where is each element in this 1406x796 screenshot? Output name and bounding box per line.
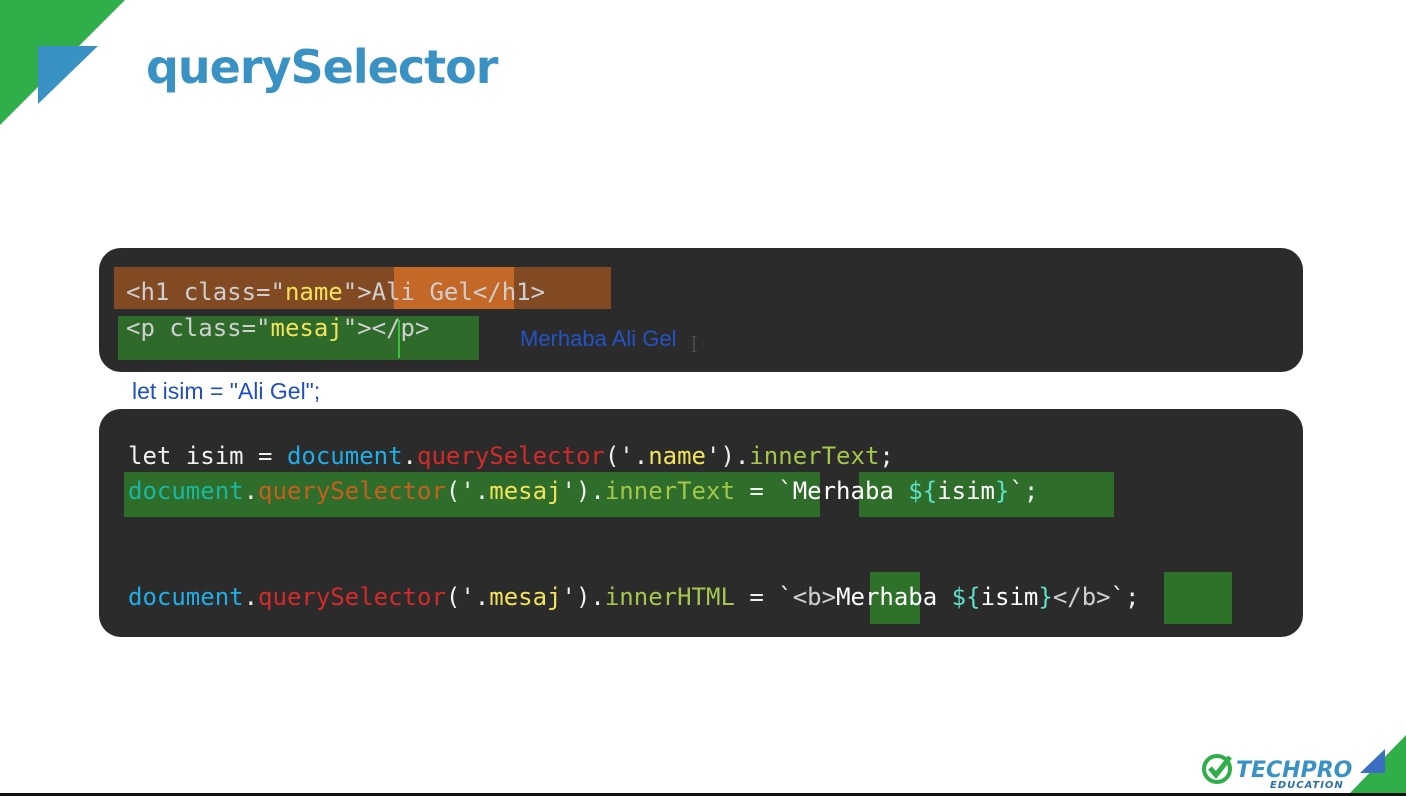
code-token: document xyxy=(286,442,403,470)
code-token: } xyxy=(1038,583,1053,611)
code-token: </h1> xyxy=(472,278,546,306)
code-token: innerHTML xyxy=(604,583,735,611)
text-cursor-icon xyxy=(691,336,697,352)
code-token: '). xyxy=(561,477,605,505)
code-token: name xyxy=(284,278,343,306)
text-caret xyxy=(398,320,400,358)
code-token: ('. xyxy=(445,583,490,611)
code-token: "> xyxy=(342,314,372,342)
code-token: . xyxy=(243,477,259,505)
js-code-line-1: let isim = document.querySelector('.name… xyxy=(128,440,894,472)
html-code-line-2: <p class="mesaj"></p> xyxy=(126,312,429,344)
code-token: `; xyxy=(1009,477,1039,505)
code-token: Merhaba xyxy=(792,477,909,505)
code-token: document xyxy=(128,583,244,611)
code-token: document xyxy=(128,477,244,505)
corner-decoration xyxy=(0,0,125,125)
js-code-line-3: document.querySelector('.mesaj').innerHT… xyxy=(128,581,1140,613)
annotation-text: let isim = "Ali Gel"; xyxy=(132,378,321,404)
code-token: ; xyxy=(879,442,894,470)
slide-title: querySelector xyxy=(146,40,498,94)
code-token: '). xyxy=(706,442,750,470)
code-token: let isim = xyxy=(128,442,287,470)
code-token: querySelector xyxy=(258,583,446,611)
output-preview-text: Merhaba Ali Gel xyxy=(520,326,677,351)
code-token: . xyxy=(243,583,259,611)
code-token: <b> xyxy=(792,583,837,611)
code-token: mesaj xyxy=(270,314,343,342)
code-token: </p> xyxy=(371,314,430,342)
code-token: <p class=" xyxy=(126,314,271,342)
code-token: '). xyxy=(561,583,605,611)
code-token: <h1 class=" xyxy=(126,278,285,306)
code-token: Ali Gel xyxy=(371,278,473,306)
code-token: querySelector xyxy=(258,477,446,505)
code-token: innerText xyxy=(749,442,880,470)
highlight-b-close xyxy=(1164,572,1232,624)
js-code-line-2: document.querySelector('.mesaj').innerTe… xyxy=(128,475,1038,507)
code-token: = ` xyxy=(734,477,793,505)
code-token: ${ xyxy=(908,477,938,505)
code-token: = ` xyxy=(734,583,793,611)
code-token: "> xyxy=(342,278,372,306)
code-token: mesaj xyxy=(489,583,562,611)
logo-sub-text: EDUCATION xyxy=(1270,780,1344,791)
code-token: } xyxy=(995,477,1010,505)
code-token: </b> xyxy=(1052,583,1111,611)
code-token: innerText xyxy=(604,477,735,505)
html-code-line-1: <h1 class="name">Ali Gel</h1> xyxy=(126,276,545,308)
code-token: . xyxy=(402,442,417,470)
code-token: name xyxy=(648,442,706,470)
code-token: isim xyxy=(980,583,1039,611)
code-token: ('. xyxy=(604,442,649,470)
code-token: querySelector xyxy=(417,442,605,470)
techpro-logo: TECHPRO EDUCATION xyxy=(1202,735,1406,793)
code-token: isim xyxy=(937,477,995,505)
code-token: Merhaba xyxy=(836,583,952,611)
code-token: `; xyxy=(1110,583,1140,611)
code-token: mesaj xyxy=(489,477,562,505)
code-token: ('. xyxy=(445,477,490,505)
code-token: ${ xyxy=(951,583,981,611)
